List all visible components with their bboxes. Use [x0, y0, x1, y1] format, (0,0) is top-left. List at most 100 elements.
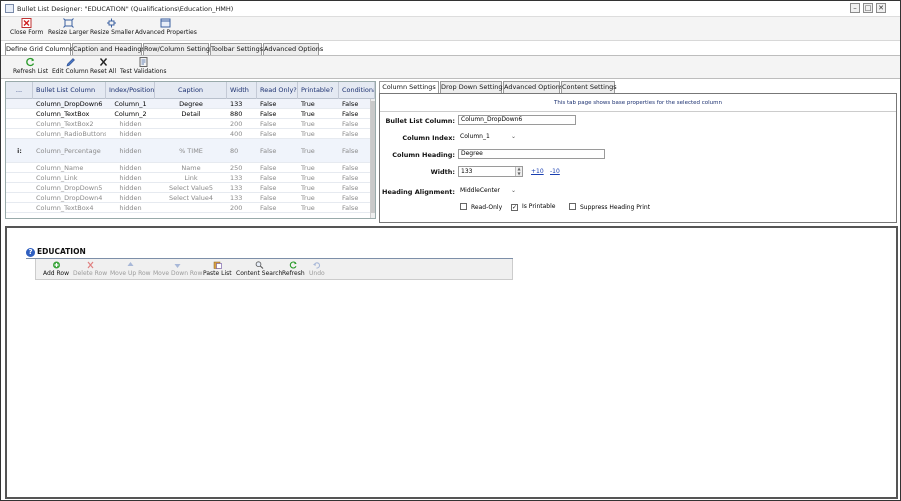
header-index-position[interactable]: Index/Position — [106, 82, 155, 99]
table-row[interactable]: Column_TextBox Column_2 Detail 880 False True… — [6, 109, 375, 119]
cell-index: Column_1 — [114, 100, 147, 108]
header-caption[interactable]: Caption — [155, 82, 227, 99]
minimize-button[interactable]: – — [850, 3, 860, 13]
move-up-row-button[interactable]: Move Up Row — [110, 261, 151, 277]
cell-read-only: False — [260, 100, 277, 108]
table-row[interactable]: Column_DropDown5 hidden Select Value5 133 Fa… — [6, 183, 375, 193]
title-bar: Bullet List Designer: "EDUCATION" (Quali… — [1, 1, 900, 17]
add-row-label: Add Row — [43, 270, 70, 277]
move-down-row-button[interactable]: Move Down Row — [153, 261, 202, 277]
refresh-list-button[interactable]: Refresh List — [13, 57, 48, 75]
cell-printable: True — [301, 100, 315, 108]
table-row[interactable]: Column_DropDown6 Column_1 Degree 133 False Tr… — [6, 99, 375, 109]
heading-alignment-value: MiddleCenter — [460, 187, 501, 194]
resize-smaller-label: Resize Smaller — [90, 29, 134, 36]
designer-window: Bullet List Designer: "EDUCATION" (Quali… — [0, 0, 901, 501]
resize-larger-button[interactable]: Resize Larger — [48, 18, 88, 36]
table-row[interactable]: Column_TextBox2 hidden 200 False True False — [6, 119, 375, 129]
cell-marker — [6, 109, 33, 119]
main-toolbar: Close Form Resize Larger Resize Smaller … — [1, 17, 900, 41]
content-search-button[interactable]: Content Search — [236, 261, 282, 277]
table-row[interactable]: Column_DropDown4 hidden Select Value4 133 Fa… — [6, 193, 375, 203]
cell-width: 133 — [230, 194, 243, 202]
header-conditional[interactable]: Conditional? — [339, 82, 375, 99]
close-form-label: Close Form — [10, 29, 44, 36]
spinner-arrows-icon[interactable]: ▲ ▼ — [515, 166, 522, 176]
grid-header: ... Bullet List Column Index/Position Ca… — [6, 82, 375, 99]
maximize-button[interactable]: □ — [863, 3, 873, 13]
resize-smaller-button[interactable]: Resize Smaller — [90, 18, 134, 36]
plus-ten-link[interactable]: +10 — [531, 168, 544, 175]
cell-column: Column_TextBox2 — [36, 120, 94, 128]
scrollbar-thumb[interactable] — [371, 101, 375, 213]
minus-ten-link[interactable]: -10 — [550, 168, 560, 175]
header-read-only[interactable]: Read Only? — [257, 82, 298, 99]
header-marker[interactable]: ... — [6, 82, 33, 99]
bullet-list-column-field[interactable]: Column_DropDown6 — [458, 115, 576, 125]
table-row[interactable]: Column_Link hidden Link 133 False True False — [6, 173, 375, 183]
suppress-heading-box[interactable] — [569, 203, 576, 210]
refresh-list-label: Refresh List — [13, 68, 49, 75]
refresh-button[interactable]: Refresh — [282, 261, 305, 277]
suppress-heading-checkbox[interactable]: Suppress Heading Print — [569, 203, 650, 211]
table-row[interactable]: Column_RadioButtons hidden 400 False True Fal… — [6, 129, 375, 139]
search-icon — [255, 261, 264, 269]
delete-icon — [87, 261, 94, 269]
chevron-down-icon: ⌄ — [510, 133, 516, 140]
cell-column: Column_Link — [36, 174, 78, 182]
tab-content-settings[interactable]: Content Settings — [561, 81, 617, 93]
refresh-icon — [289, 261, 297, 269]
is-printable-checkbox[interactable]: ✓ Is Printable — [511, 203, 555, 211]
reset-all-button[interactable]: Reset All — [90, 57, 116, 75]
tab-toolbar-settings[interactable]: Toolbar Settings — [210, 43, 263, 55]
cell-printable: True — [301, 164, 315, 172]
table-row[interactable]: Column_Name hidden Name 250 False True False — [6, 163, 375, 173]
add-row-button[interactable]: Add Row — [43, 261, 69, 277]
cell-width: 133 — [230, 184, 243, 192]
edit-column-button[interactable]: Edit Column — [52, 57, 89, 75]
tab-advanced-options[interactable]: Advanced Options — [263, 43, 323, 55]
cell-width: 880 — [230, 110, 243, 118]
tab-drop-down-settings[interactable]: Drop Down Settings — [440, 81, 506, 93]
read-only-checkbox[interactable]: Read-Only — [460, 203, 502, 211]
edit-column-label: Edit Column — [52, 68, 89, 75]
cell-column: Column_RadioButtons — [36, 130, 106, 138]
delete-row-button[interactable]: Delete Row — [73, 261, 107, 277]
tab-caption-and-headings[interactable]: Caption and Headings — [72, 43, 145, 55]
read-only-box[interactable] — [460, 203, 467, 210]
cell-index: hidden — [119, 130, 142, 138]
help-icon[interactable]: ? — [26, 248, 35, 257]
column-index-select[interactable]: Column_1 ⌄ — [460, 132, 516, 142]
column-settings-panel: This tab page shows base properties for … — [379, 93, 897, 223]
cell-printable: True — [301, 194, 315, 202]
cell-caption: Detail — [181, 110, 201, 118]
cell-column: Column_DropDown4 — [36, 194, 103, 202]
undo-label: Undo — [309, 270, 325, 277]
column-index-value: Column_1 — [460, 133, 490, 140]
cell-column: Column_TextBox4 — [36, 204, 94, 212]
width-spinner[interactable]: 133 ▲ ▼ — [458, 166, 523, 177]
grid-scrollbar[interactable] — [370, 99, 375, 218]
heading-alignment-select[interactable]: MiddleCenter ⌄ — [460, 186, 516, 196]
header-printable[interactable]: Printable? — [298, 82, 339, 99]
advanced-properties-button[interactable]: Advanced Properties — [135, 18, 197, 36]
column-heading-field[interactable]: Degree — [458, 149, 605, 159]
close-window-button[interactable]: ✕ — [876, 3, 886, 13]
reset-all-label: Reset All — [90, 68, 117, 75]
move-up-row-label: Move Up Row — [110, 270, 151, 277]
paste-list-button[interactable]: Paste List — [203, 261, 232, 277]
tab-advanced-options-right[interactable]: Advanced Options — [503, 81, 563, 93]
cell-index: Column_2 — [114, 110, 147, 118]
cell-width: 250 — [230, 164, 243, 172]
undo-button[interactable]: Undo — [309, 261, 325, 277]
cell-read-only: False — [260, 184, 277, 192]
close-form-button[interactable]: Close Form — [10, 18, 43, 36]
header-bullet-list-column[interactable]: Bullet List Column — [33, 82, 106, 99]
test-validations-button[interactable]: Test Validations — [120, 57, 166, 75]
table-row[interactable]: Column_TextBox4 hidden 200 False True False — [6, 203, 375, 213]
suppress-heading-label: Suppress Heading Print — [580, 204, 651, 211]
is-printable-box[interactable]: ✓ — [511, 204, 518, 211]
table-row[interactable]: i: Column_Percentage hidden % TIME 80 False Tr… — [6, 139, 375, 163]
header-width[interactable]: Width — [227, 82, 257, 99]
tab-row-column-settings[interactable]: Row/Column Settings — [143, 43, 213, 55]
